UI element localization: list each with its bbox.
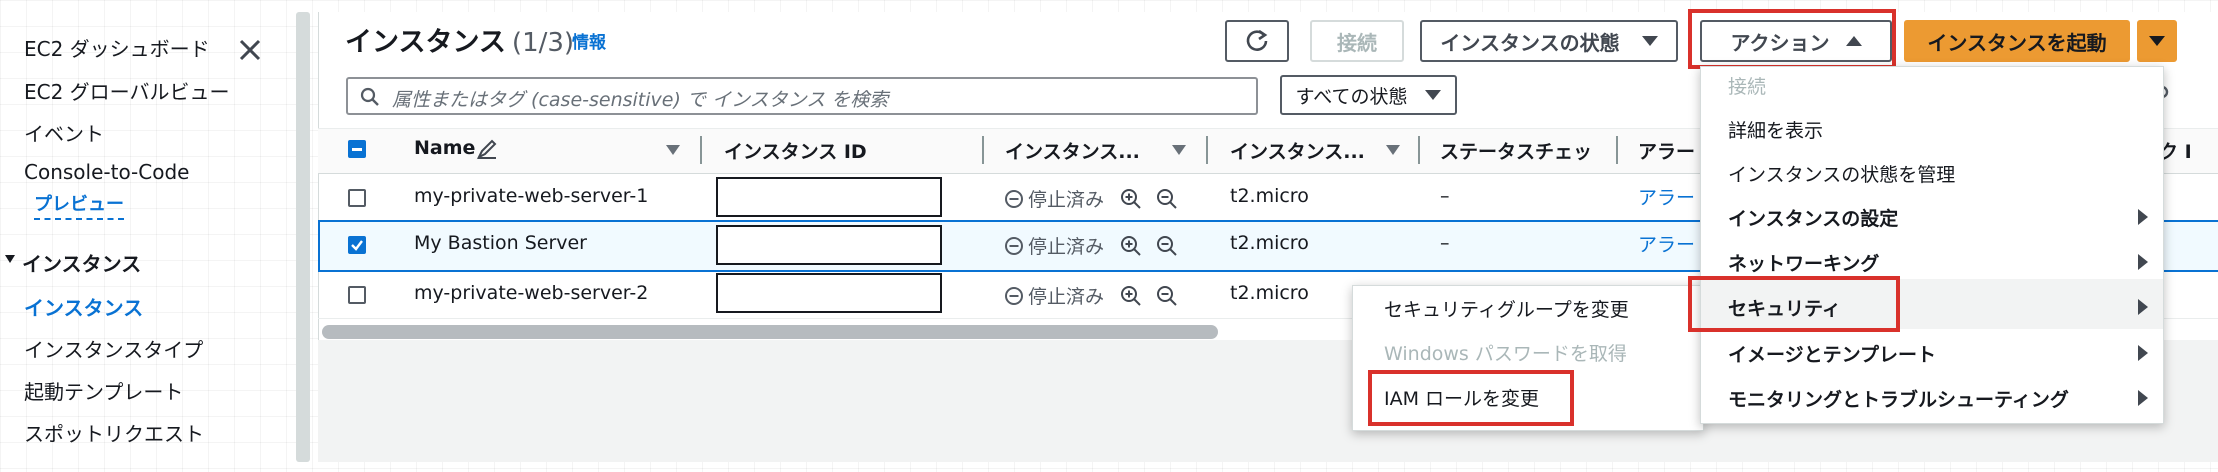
caret-down-icon[interactable] <box>4 253 16 265</box>
sidebar-item-launch-templates[interactable]: 起動テンプレート <box>24 376 183 405</box>
column-divider[interactable] <box>982 136 984 164</box>
sort-icon[interactable] <box>666 145 680 155</box>
sidebar-item-ec2-dashboard[interactable]: EC2 ダッシュボード <box>24 33 210 62</box>
chevron-up-icon <box>1845 36 1862 46</box>
search-input[interactable]: 属性またはタグ (case-sensitive) で インスタンス を検索 <box>346 77 1258 115</box>
sort-icon[interactable] <box>1172 145 1186 155</box>
sidebar-item-global-view[interactable]: EC2 グローバルビュー <box>24 76 229 105</box>
menu-item-manage-instance-state[interactable]: インスタンスの状態を管理 <box>1728 160 1955 187</box>
chevron-down-icon <box>2149 36 2165 46</box>
zoom-in-icon[interactable] <box>1120 235 1142 257</box>
chevron-right-icon <box>2138 390 2148 406</box>
zoom-in-icon[interactable] <box>1120 188 1142 210</box>
sidebar-item-spot-requests[interactable]: スポットリクエスト <box>24 418 204 447</box>
sidebar-item-instance-types[interactable]: インスタンスタイプ <box>24 334 203 363</box>
stopped-icon <box>1004 236 1024 256</box>
status-check: – <box>1440 232 1450 254</box>
zoom-out-icon[interactable] <box>1156 235 1178 257</box>
search-icon <box>360 87 380 107</box>
row-checkbox[interactable] <box>348 286 366 304</box>
edit-icon[interactable] <box>476 138 498 160</box>
row-checkbox[interactable] <box>348 189 366 207</box>
instance-name: my-private-web-server-2 <box>414 282 649 304</box>
chevron-right-icon <box>2138 254 2148 270</box>
stopped-icon <box>1004 189 1024 209</box>
column-header-status-check[interactable]: ステータスチェッ <box>1440 137 1592 164</box>
sidebar-section-instances[interactable]: インスタンス <box>22 248 141 277</box>
connect-button[interactable]: 接続 <box>1310 20 1404 62</box>
selection-count: (1/3) <box>511 28 575 58</box>
page-title: インスタンス (1/3) <box>345 27 575 58</box>
instance-type: t2.micro <box>1230 282 1309 304</box>
state-text: 停止済み <box>1028 286 1105 308</box>
instance-state-label: インスタンスの状態 <box>1440 30 1620 55</box>
menu-item-monitoring-troubleshooting[interactable]: モニタリングとトラブルシューティング <box>1728 385 2069 412</box>
instance-name: my-private-web-server-1 <box>414 185 649 207</box>
redacted-instance-id <box>716 225 942 265</box>
redacted-instance-id <box>716 273 942 313</box>
column-divider[interactable] <box>1616 136 1618 164</box>
sidebar-item-events[interactable]: イベント <box>24 118 104 147</box>
column-header-alarm[interactable]: アラー <box>1638 137 1695 164</box>
column-header-instance-type[interactable]: インスタンス... <box>1230 137 1365 164</box>
chevron-down-icon <box>1425 90 1442 100</box>
sidebar-item-console-to-code[interactable]: Console-to-Code <box>24 160 189 184</box>
status-check: – <box>1440 185 1450 207</box>
zoom-in-icon[interactable] <box>1120 285 1142 307</box>
instance-state-cell: 停止済み <box>1004 185 1178 212</box>
state-text: 停止済み <box>1028 236 1105 258</box>
select-all-checkbox[interactable] <box>348 140 366 158</box>
actions-dropdown[interactable]: アクション <box>1700 20 1892 62</box>
instance-type: t2.micro <box>1230 232 1309 254</box>
alarm-link[interactable]: アラー <box>1638 230 1695 257</box>
menu-item-modify-iam-role[interactable]: IAM ロールを変更 <box>1384 384 1539 411</box>
column-divider[interactable] <box>1206 136 1208 164</box>
state-filter-value: すべての状態 <box>1295 85 1408 108</box>
menu-item-instance-settings[interactable]: インスタンスの設定 <box>1728 204 1898 231</box>
refresh-button[interactable] <box>1225 20 1289 62</box>
launch-dropdown-button[interactable] <box>2137 20 2177 62</box>
close-icon[interactable] <box>238 38 262 62</box>
search-placeholder: 属性またはタグ (case-sensitive) で インスタンス を検索 <box>392 89 889 111</box>
menu-item-security[interactable]: セキュリティ <box>1728 294 1841 321</box>
sidebar-scrollbar[interactable] <box>296 12 310 462</box>
chevron-right-icon <box>2138 209 2148 225</box>
column-header-name[interactable]: Name <box>414 137 475 159</box>
column-divider[interactable] <box>700 136 702 164</box>
refresh-icon <box>1244 28 1270 54</box>
menu-item-networking[interactable]: ネットワーキング <box>1728 249 1879 276</box>
chevron-down-icon <box>1641 36 1658 46</box>
chevron-right-icon <box>2138 345 2148 361</box>
instance-name: My Bastion Server <box>414 232 587 254</box>
column-header-instance-state[interactable]: インスタンス... <box>1005 137 1140 164</box>
redacted-instance-id <box>716 177 942 217</box>
sidebar-item-instances[interactable]: インスタンス <box>24 292 143 321</box>
column-divider[interactable] <box>1418 136 1420 164</box>
launch-instances-button[interactable]: インスタンスを起動 <box>1904 20 2130 62</box>
instance-state-cell: 停止済み <box>1004 282 1178 309</box>
state-filter-select[interactable]: すべての状態 <box>1280 75 1457 115</box>
menu-item-images-templates[interactable]: イメージとテンプレート <box>1728 340 1936 367</box>
state-text: 停止済み <box>1028 189 1105 211</box>
zoom-out-icon[interactable] <box>1156 285 1178 307</box>
column-header-instance-id[interactable]: インスタンス ID <box>724 137 867 164</box>
menu-item-change-security-groups[interactable]: セキュリティグループを変更 <box>1384 295 1629 322</box>
sort-icon[interactable] <box>1386 145 1400 155</box>
preview-badge[interactable]: プレビュー <box>34 190 124 220</box>
menu-item-view-details[interactable]: 詳細を表示 <box>1728 116 1823 143</box>
stopped-icon <box>1004 286 1024 306</box>
actions-label: アクション <box>1730 30 1830 55</box>
instance-state-cell: 停止済み <box>1004 232 1178 259</box>
info-link[interactable]: 情報 <box>572 28 606 53</box>
table-horizontal-scrollbar[interactable] <box>322 325 1218 339</box>
row-checkbox-checked[interactable] <box>348 236 366 254</box>
chevron-right-icon <box>2138 299 2148 315</box>
alarm-link[interactable]: アラー <box>1638 183 1695 210</box>
instance-state-dropdown[interactable]: インスタンスの状態 <box>1420 20 1678 62</box>
menu-item-connect: 接続 <box>1728 76 1767 98</box>
zoom-out-icon[interactable] <box>1156 188 1178 210</box>
menu-item-get-windows-password: Windows パスワードを取得 <box>1384 343 1627 365</box>
instance-type: t2.micro <box>1230 185 1309 207</box>
